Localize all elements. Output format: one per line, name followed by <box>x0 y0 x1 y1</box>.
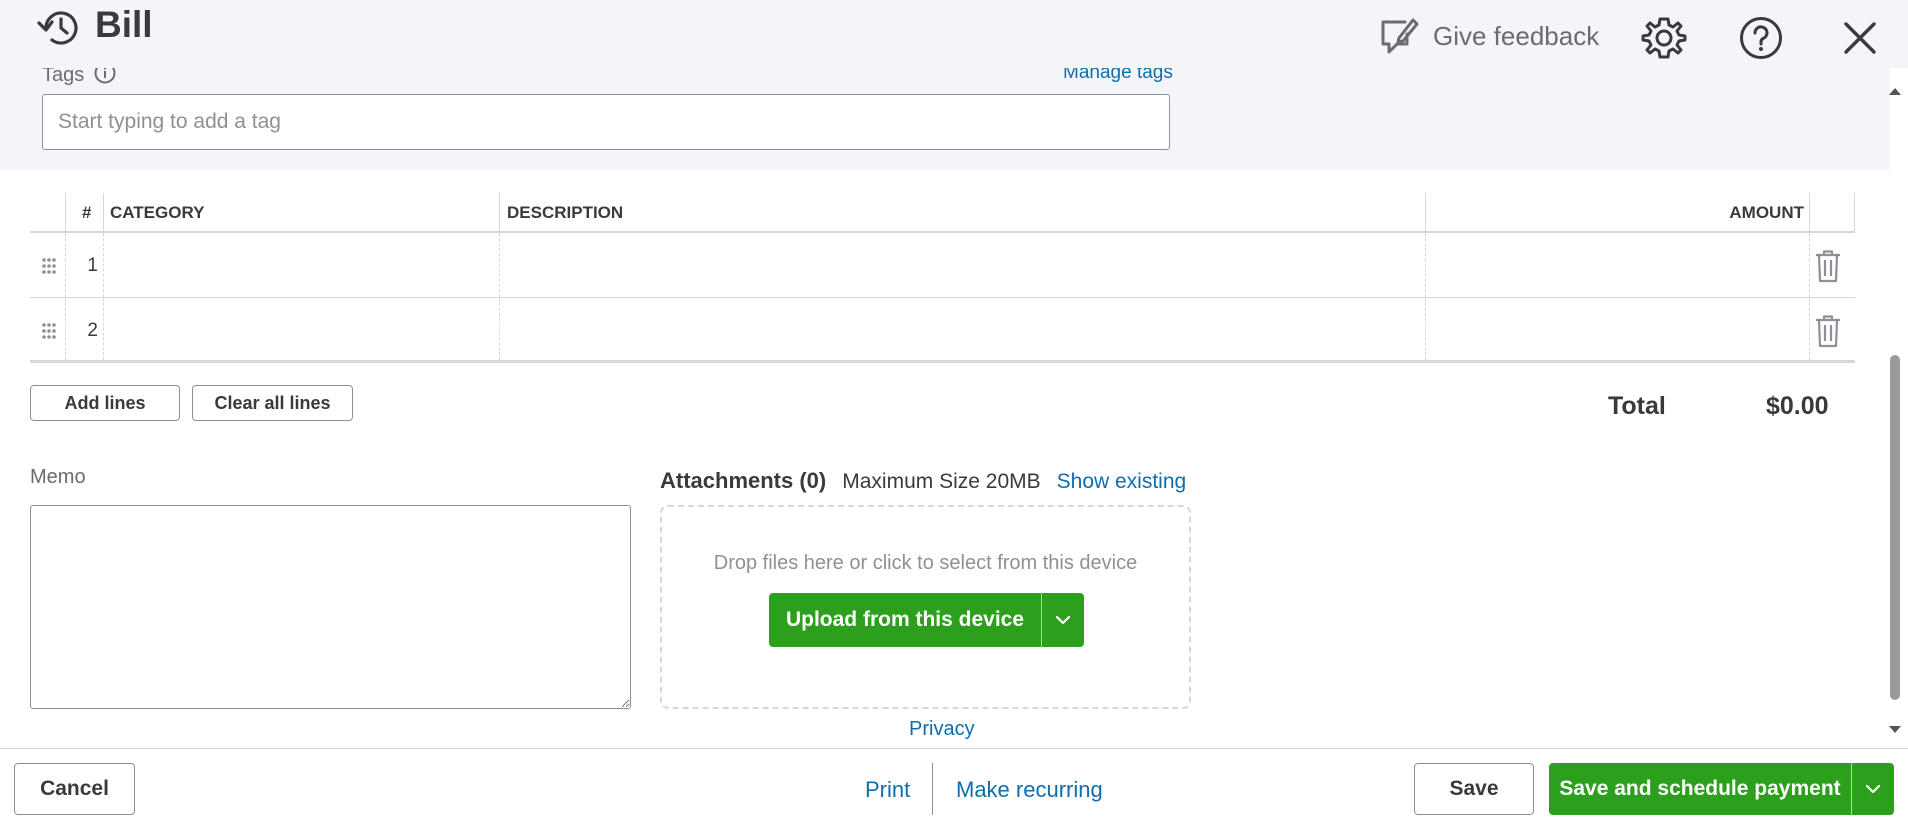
page-header: Bill Give feedback <box>0 0 1908 68</box>
chevron-down-icon <box>1865 784 1881 794</box>
gear-icon[interactable] <box>1640 14 1688 62</box>
footer-bar: Cancel Print Make recurring Save Save an… <box>0 748 1908 839</box>
make-recurring-link[interactable]: Make recurring <box>956 777 1103 803</box>
scroll-down-arrow-icon[interactable] <box>1888 724 1902 736</box>
table-row[interactable]: 1 <box>30 233 1855 298</box>
scrollbar-thumb[interactable] <box>1890 355 1900 700</box>
add-lines-button[interactable]: Add lines <box>30 385 180 421</box>
description-cell[interactable] <box>500 298 1425 362</box>
privacy-link[interactable]: Privacy <box>909 718 975 741</box>
column-header-description[interactable]: DESCRIPTION <box>507 193 623 233</box>
history-icon[interactable] <box>36 6 84 50</box>
drag-handle-icon[interactable] <box>40 255 58 277</box>
column-header-num: # <box>82 203 92 222</box>
page-title: Bill <box>95 4 153 45</box>
memo-label: Memo <box>30 466 86 488</box>
description-cell[interactable] <box>500 233 1425 297</box>
save-button[interactable]: Save <box>1414 763 1534 815</box>
line-items-table: # CATEGORY DESCRIPTION AMOUNT 1 2 <box>30 193 1855 363</box>
row-number: 1 <box>87 255 98 276</box>
trash-icon[interactable] <box>1813 249 1843 283</box>
category-cell[interactable] <box>104 233 499 297</box>
upload-button-group: Upload from this device <box>769 593 1084 647</box>
attachments-title: Attachments (0) <box>660 468 827 493</box>
tags-input[interactable] <box>42 94 1170 150</box>
memo-textarea[interactable] <box>30 505 631 709</box>
save-and-schedule-group: Save and schedule payment <box>1549 763 1894 815</box>
feedback-icon <box>1381 18 1419 54</box>
category-cell[interactable] <box>104 298 499 362</box>
give-feedback-label: Give feedback <box>1433 20 1600 51</box>
help-icon[interactable] <box>1737 14 1785 62</box>
print-link[interactable]: Print <box>865 777 910 803</box>
attachments-dropzone[interactable]: Drop files here or click to select from … <box>660 505 1191 709</box>
drag-handle-icon[interactable] <box>40 320 58 342</box>
upload-options-button[interactable] <box>1042 593 1084 647</box>
dropzone-hint: Drop files here or click to select from … <box>713 552 1138 574</box>
table-header: # CATEGORY DESCRIPTION AMOUNT <box>30 193 1855 233</box>
upload-from-device-button[interactable]: Upload from this device <box>769 593 1041 647</box>
total-label: Total <box>1608 392 1666 420</box>
row-number: 2 <box>87 320 98 341</box>
clear-all-lines-button[interactable]: Clear all lines <box>192 385 353 421</box>
show-existing-link[interactable]: Show existing <box>1057 470 1187 494</box>
chevron-down-icon <box>1055 615 1071 625</box>
close-icon[interactable] <box>1836 14 1884 62</box>
column-header-category[interactable]: CATEGORY <box>110 193 204 233</box>
attachments-max-size: Maximum Size 20MB <box>842 470 1041 493</box>
amount-cell[interactable] <box>1426 233 1809 297</box>
save-options-button[interactable] <box>1852 763 1894 815</box>
scroll-up-arrow-icon[interactable] <box>1888 85 1902 97</box>
save-and-schedule-payment-button[interactable]: Save and schedule payment <box>1549 763 1851 815</box>
attachments-header: Attachments (0) Maximum Size 20MB Show e… <box>660 468 1186 494</box>
table-row[interactable]: 2 <box>30 298 1855 363</box>
total-value: $0.00 <box>1766 392 1829 420</box>
give-feedback-button[interactable]: Give feedback <box>1377 14 1599 58</box>
amount-cell[interactable] <box>1426 298 1809 362</box>
footer-divider <box>932 763 933 815</box>
cancel-button[interactable]: Cancel <box>14 763 135 815</box>
trash-icon[interactable] <box>1813 314 1843 348</box>
column-header-amount[interactable]: AMOUNT <box>1430 193 1804 233</box>
